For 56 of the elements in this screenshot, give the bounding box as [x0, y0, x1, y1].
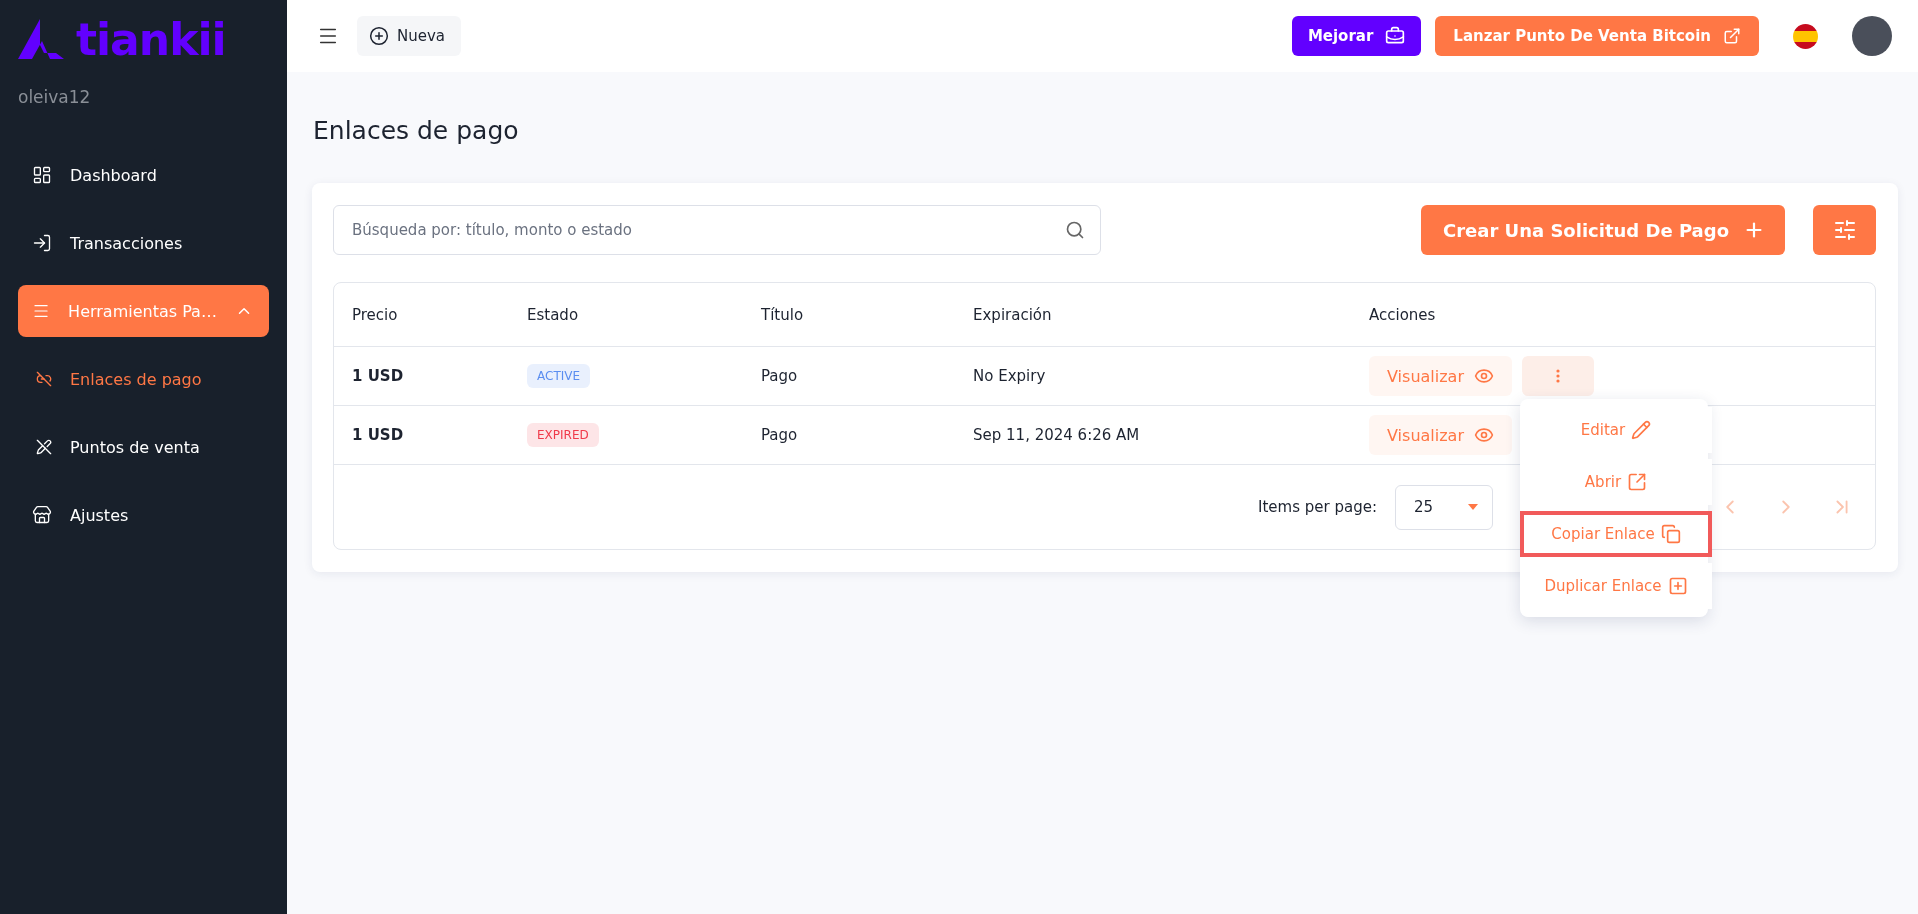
menu-item[interactable]: Abrir: [1520, 459, 1712, 505]
caret-icon: [1468, 504, 1478, 510]
create-button[interactable]: Crear Una Solicitud De Pago: [1420, 205, 1785, 255]
external-link-icon: [1723, 27, 1741, 45]
sliders-icon: [1832, 218, 1857, 242]
column-header: Acciones: [1369, 305, 1437, 324]
search-field[interactable]: Búsqueda por: título, monto o estado: [333, 205, 1101, 255]
sidebar-item[interactable]: Ajustes: [18, 489, 269, 541]
slashed-pen-icon: [36, 439, 52, 455]
status-badge: ACTIVE: [527, 364, 591, 388]
username: oleiva12: [18, 87, 92, 107]
link-off-icon: [36, 371, 52, 387]
column-header: Estado: [527, 305, 580, 324]
filter-button[interactable]: [1813, 205, 1876, 255]
table-cell-text: 1 USD: [352, 426, 405, 444]
external-link-icon: [1627, 472, 1648, 492]
sidebar-item[interactable]: Dashboard: [18, 149, 269, 201]
view-button[interactable]: Visualizar: [1369, 356, 1512, 396]
upgrade-button[interactable]: Mejorar: [1291, 16, 1422, 56]
brand-name: tiankii: [76, 14, 226, 65]
plus-circle-icon: [369, 26, 389, 46]
column-header: Expiración: [973, 305, 1053, 324]
sidebar-item[interactable]: Transacciones: [18, 217, 269, 269]
store-icon: [32, 505, 52, 525]
avatar[interactable]: [1852, 16, 1892, 56]
table-cell-text: Pago: [761, 367, 799, 385]
table-cell-text: No Expiry: [973, 367, 1047, 385]
copy-icon: [1660, 524, 1681, 544]
dots-icon: [1556, 369, 1560, 383]
briefcase-icon: [1385, 26, 1406, 46]
items-per-page-label: Items per page:: [1258, 498, 1377, 516]
sidebar-item[interactable]: Enlaces de pago: [18, 353, 269, 405]
column-header: Título: [761, 305, 805, 324]
view-button[interactable]: Visualizar: [1369, 415, 1512, 455]
new-button[interactable]: Nueva: [357, 16, 462, 56]
table-cell-text: Pago: [761, 426, 799, 444]
sidebar-item[interactable]: Puntos de venta: [18, 421, 269, 473]
menu-item[interactable]: Duplicar Enlace: [1520, 563, 1712, 609]
logo-icon: [18, 18, 66, 61]
column-header: Precio: [352, 305, 399, 324]
sidebar-item[interactable]: Herramientas Pa…: [18, 285, 269, 337]
table-cell-text: 1 USD: [352, 367, 405, 385]
table-cell-text: Sep 11, 2024 6:26 AM: [973, 426, 1141, 444]
eye-icon: [1474, 425, 1494, 445]
pencil-icon: [1631, 420, 1652, 440]
square-plus-icon: [1667, 576, 1688, 596]
launch-button[interactable]: Lanzar Punto De Venta Bitcoin: [1435, 16, 1759, 56]
search-icon: [1065, 220, 1085, 240]
dashboard-icon: [32, 165, 52, 185]
eye-icon: [1474, 366, 1494, 386]
per-page-select[interactable]: 25: [1395, 484, 1493, 530]
page-title: Enlaces de pago: [313, 116, 520, 145]
spain-flag-icon[interactable]: [1793, 23, 1818, 49]
sign-in-icon: [32, 233, 52, 253]
menu-item[interactable]: Copiar Enlace: [1520, 511, 1712, 557]
status-badge: EXPIRED: [527, 423, 599, 447]
